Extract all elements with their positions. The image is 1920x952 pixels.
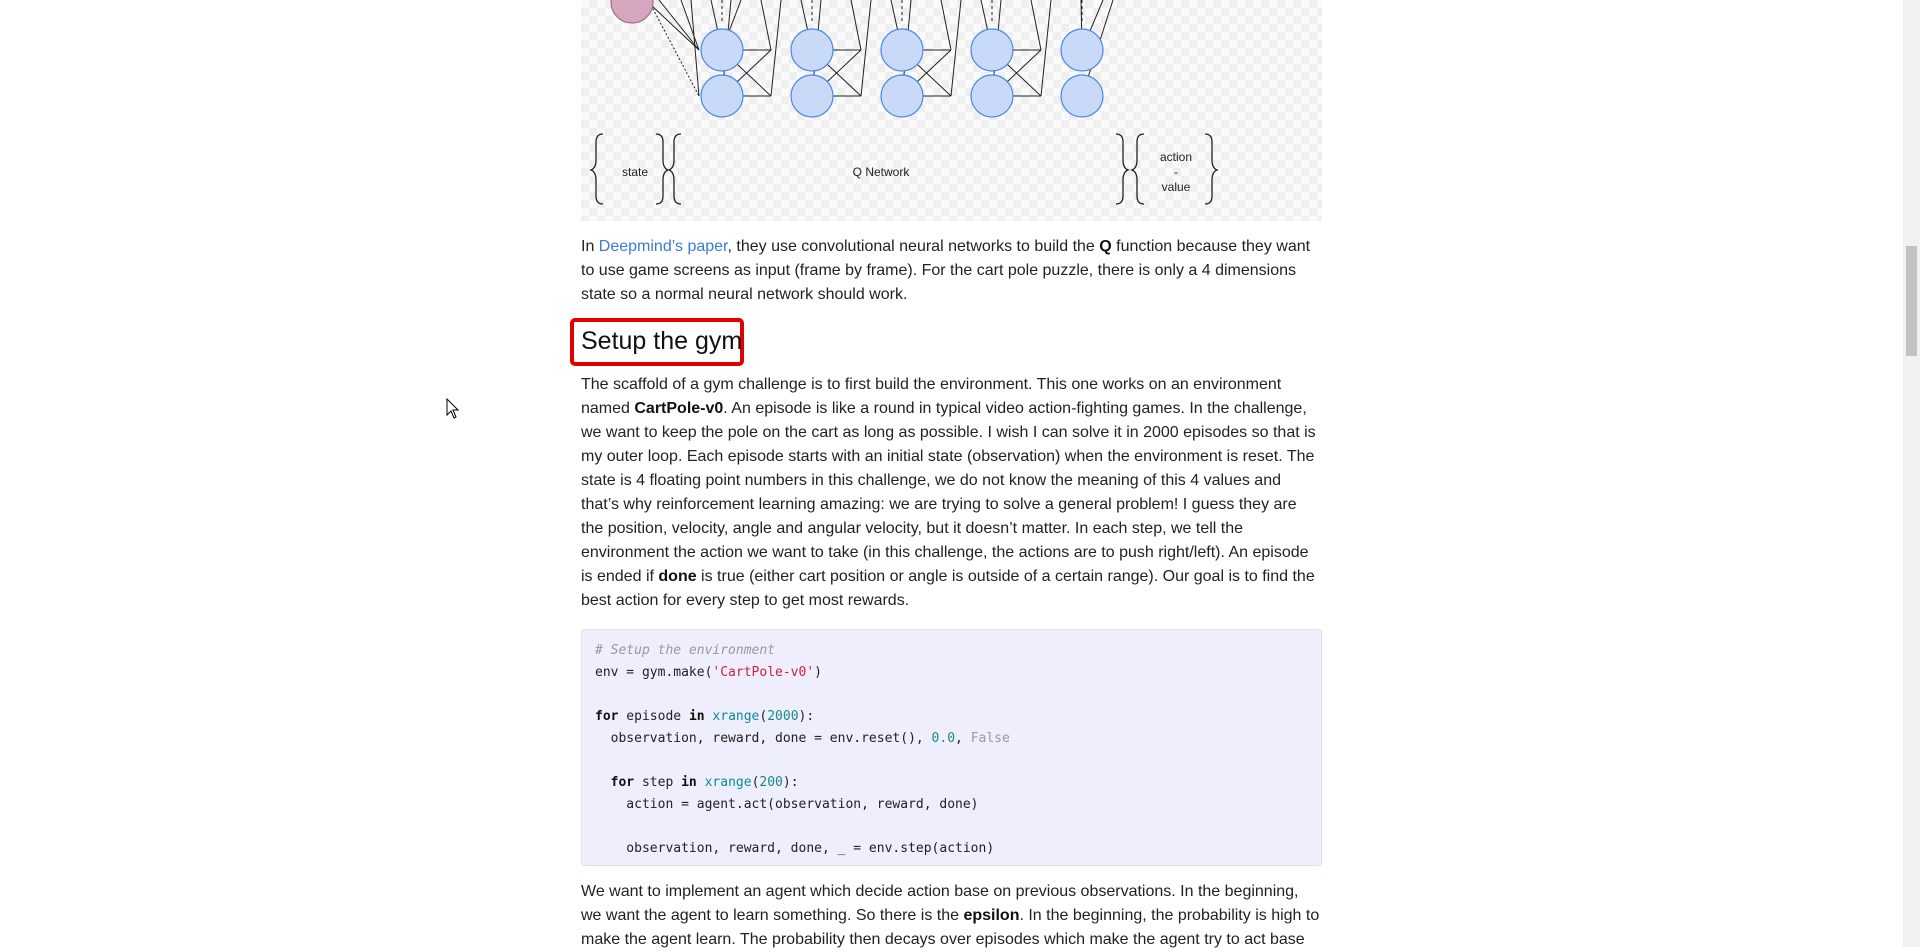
state-label: state (621, 165, 648, 179)
action-value-label: action - value (1151, 150, 1201, 195)
mouse-cursor-icon (446, 397, 460, 425)
deepmind-paper-link[interactable]: Deepmind’s paper (599, 238, 728, 255)
p2-part2: . An episode is like a round in typical … (581, 400, 1316, 585)
q-network-diagram: state Q Network action - value (581, 0, 1322, 221)
p1-bold-q: Q (1099, 238, 1112, 255)
code-fn-xrange2: xrange (704, 775, 752, 790)
code-line2a: env = gym.make( (595, 665, 713, 680)
code-num-200: 200 (759, 775, 783, 790)
p1-prefix: In (581, 238, 599, 255)
code-line4b: ): (798, 709, 815, 724)
code-bool-false: False (970, 731, 1010, 746)
code-line5a: observation, reward, done = env.reset(), (595, 731, 932, 746)
code-kw-in: in (688, 709, 705, 724)
action-label-line1: action (1159, 150, 1193, 164)
code-kw-in2: in (681, 775, 697, 790)
vertical-scrollbar[interactable] (1903, 0, 1920, 947)
scrollbar-thumb[interactable] (1906, 246, 1917, 356)
p1-mid: , they use convolutional neural networks… (727, 238, 1100, 255)
network-graph (589, 0, 1219, 205)
code-line5-sep: , (955, 731, 971, 746)
action-label-line3: value (1161, 180, 1191, 194)
code-kw-for2: for (610, 775, 635, 790)
p2-bold-done: done (658, 568, 697, 585)
code-line7a: step (634, 775, 682, 790)
paragraph-agent: We want to implement an agent which deci… (581, 880, 1322, 952)
section-heading-setup-gym: Setup the gym (581, 327, 743, 355)
action-label-line2: - (1174, 165, 1178, 179)
paragraph-deepmind: In Deepmind’s paper, they use convolutio… (581, 235, 1322, 307)
code-line10: observation, reward, done, _ = env.step(… (595, 841, 995, 856)
q-network-label: Q Network (852, 165, 910, 179)
code-num-2000: 2000 (767, 709, 799, 724)
code-line7b: ): (782, 775, 799, 790)
p2-bold-env: CartPole-v0 (634, 400, 724, 417)
code-line8: action = agent.act(observation, reward, … (595, 797, 979, 812)
code-line2b: ) (814, 665, 822, 680)
code-fn-xrange: xrange (712, 709, 760, 724)
code-string: 'CartPole-v0' (712, 665, 815, 680)
code-num-0: 0.0 (931, 731, 956, 746)
code-content: # Setup the environment env = gym.make('… (595, 643, 1010, 856)
code-kw-for: for (595, 709, 619, 724)
code-comment: # Setup the environment (595, 643, 776, 658)
code-block[interactable]: # Setup the environment env = gym.make('… (581, 629, 1322, 866)
code-line4a: episode (618, 709, 689, 724)
paragraph-scaffold: The scaffold of a gym challenge is to fi… (581, 373, 1322, 613)
p3-bold-epsilon: epsilon (963, 907, 1020, 924)
